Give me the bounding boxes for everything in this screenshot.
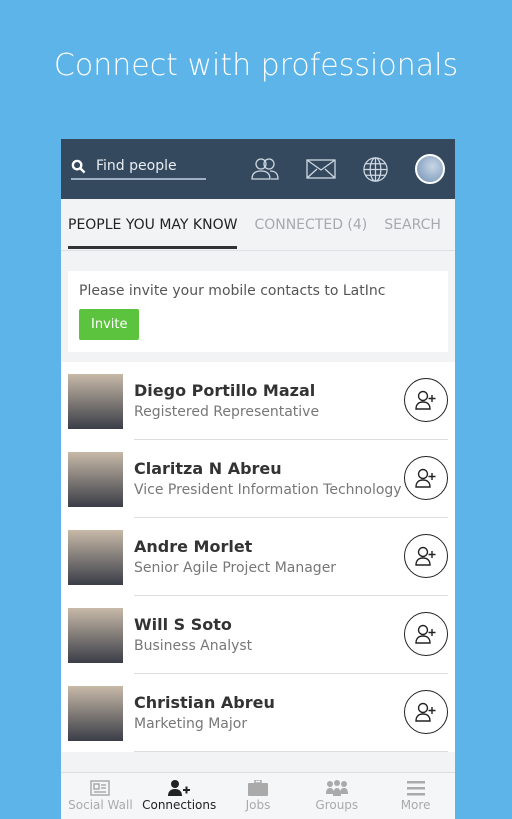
- person-row[interactable]: Claritza N Abreu Vice President Informati…: [61, 440, 455, 518]
- tab-bar: PEOPLE YOU MAY KNOW CONNECTED (4) SEARCH…: [61, 199, 455, 251]
- briefcase-icon: [247, 780, 268, 796]
- person-title: Business Analyst: [134, 638, 253, 654]
- menu-icon: [406, 781, 425, 796]
- add-user-icon: [415, 390, 436, 410]
- person-photo[interactable]: [68, 685, 123, 741]
- tab-connected[interactable]: CONNECTED (4): [254, 201, 367, 249]
- person-row[interactable]: Diego Portillo Mazal Registered Represent…: [61, 362, 455, 440]
- invite-button[interactable]: Invite: [79, 309, 140, 340]
- person-photo[interactable]: [68, 607, 123, 663]
- person-row[interactable]: Will S Soto Business Analyst: [61, 596, 455, 674]
- top-bar: Find people: [61, 139, 455, 199]
- search-placeholder: Find people: [96, 158, 177, 174]
- invite-text: Please invite your mobile contacts to La…: [79, 283, 386, 299]
- person-name[interactable]: Will S Soto: [134, 615, 448, 634]
- app-screen: Find people PEOPLE YOU MAY KNOW CONNECTE…: [61, 139, 455, 819]
- person-title: Marketing Major: [134, 716, 248, 732]
- person-photo[interactable]: [68, 529, 123, 585]
- connect-button[interactable]: [404, 690, 448, 734]
- globe-icon[interactable]: [362, 156, 389, 183]
- add-user-icon: [168, 780, 191, 796]
- nav-more[interactable]: More: [376, 773, 455, 819]
- connect-button[interactable]: [404, 534, 448, 578]
- tab-people-you-may-know[interactable]: PEOPLE YOU MAY KNOW: [68, 201, 238, 249]
- newspaper-icon: [90, 780, 111, 796]
- person-name[interactable]: Claritza N Abreu: [134, 459, 448, 478]
- nav-connections[interactable]: Connections: [140, 773, 219, 819]
- person-name[interactable]: Christian Abreu: [134, 693, 448, 712]
- person-photo[interactable]: [68, 373, 123, 429]
- person-title: Senior Agile Project Manager: [134, 560, 337, 576]
- nav-jobs[interactable]: Jobs: [219, 773, 298, 819]
- groups-icon: [325, 780, 348, 796]
- add-user-icon: [415, 624, 436, 644]
- connect-button[interactable]: [404, 612, 448, 656]
- connect-button[interactable]: [404, 456, 448, 500]
- people-list: Diego Portillo Mazal Registered Represent…: [61, 362, 455, 752]
- connect-button[interactable]: [404, 378, 448, 422]
- mail-icon[interactable]: [306, 159, 336, 179]
- headline: Connect with professionals: [53, 48, 459, 83]
- person-name[interactable]: Diego Portillo Mazal: [134, 381, 448, 400]
- person-photo[interactable]: [68, 451, 123, 507]
- invite-card: Please invite your mobile contacts to La…: [68, 271, 448, 352]
- tab-search[interactable]: SEARCH: [384, 201, 441, 249]
- people-icon[interactable]: [250, 157, 280, 181]
- person-row[interactable]: Andre Morlet Senior Agile Project Manager: [61, 518, 455, 596]
- add-user-icon: [415, 546, 436, 566]
- person-row[interactable]: Christian Abreu Marketing Major: [61, 674, 455, 752]
- nav-social-wall[interactable]: Social Wall: [61, 773, 140, 819]
- profile-avatar[interactable]: [415, 154, 445, 184]
- nav-groups[interactable]: Groups: [297, 773, 376, 819]
- person-title: Registered Representative: [134, 404, 320, 420]
- search-icon: [71, 159, 86, 173]
- person-title: Vice President Information Technology: [134, 482, 402, 498]
- bottom-nav: Social Wall Connections Jobs Groups More: [61, 772, 455, 819]
- add-user-icon: [415, 468, 436, 488]
- person-name[interactable]: Andre Morlet: [134, 537, 448, 556]
- add-user-icon: [415, 702, 436, 722]
- search-input[interactable]: Find people: [71, 158, 206, 180]
